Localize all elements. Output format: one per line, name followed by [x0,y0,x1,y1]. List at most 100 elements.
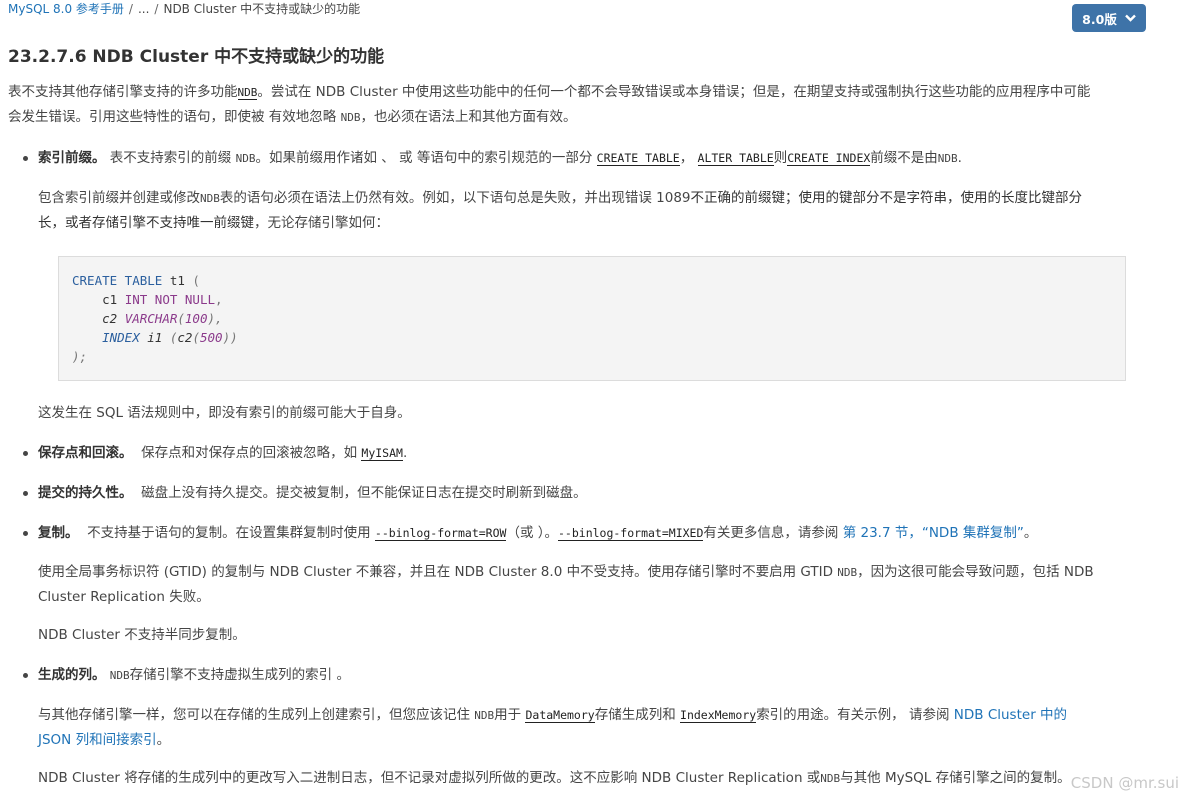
code-number: 100 [184,311,208,326]
intro-text: 。尝试在 NDB Cluster 中使用这些功能中的任何一个都不会导致错误或本身… [257,84,1091,100]
code-number: 500 [199,330,223,345]
code-identifier: c2 [72,311,125,326]
item-text: 表不支持索引的前缀 [109,150,236,166]
generated-columns-index-paragraph: 与其他存储引擎一样，您可以在存储的生成列上创建索引，但您应该记住 NDB用于 D… [38,703,1148,753]
top-bar: MySQL 8.0 参考手册 /... / NDB Cluster 中不支持或缺少的功… [8,0,1184,32]
myisam-link[interactable]: MyISAM [361,446,403,461]
datamemory-link[interactable]: DataMemory [525,708,595,723]
index-prefixes-item: 索引前缀。 表不支持索引的前缀 NDB。如果前缀用作诸如 、 或 等语句中的索引… [38,146,1158,171]
savepoints-title: 保存点和回滚。 [38,445,133,461]
intro-text: 表不支持其他存储引擎支持的许多功能 [8,84,238,100]
code-type: VARCHAR [124,311,178,326]
code-punctuation: ( [192,330,200,345]
item-text: 则 [773,150,788,166]
item-text: 使用全局事务标识符 (GTID) 的复制与 NDB Cluster 不兼容，并且… [38,564,838,580]
item-text: 存储引擎不支持虚拟生成列的索引 。 [129,667,350,683]
durability-title: 提交的持久性。 [38,485,133,501]
code-keyword: CREATE TABLE [72,273,163,288]
version-label: 8.0版 [1082,11,1117,27]
index-prefixes-title: 索引前缀。 [38,150,106,166]
error-message: 不正确的前缀键；使用的键部分不是字符串，使用的长度比键部分 [690,190,1083,206]
code-identifier: t1 [162,273,193,288]
item-text: 索引的用途。有关示例， 请参阅 [756,707,954,723]
item-text: 前缀不是由 [870,150,938,166]
code-punctuation: )) [222,330,238,345]
item-text: ，因为这很可能会导致问题，包括 NDB [857,564,1094,580]
create-index-link[interactable]: CREATE INDEX [787,151,871,166]
code-punctuation: ( [192,273,200,288]
code-block: CREATE TABLE t1 ( c1 INT NOT NULL, c2 VA… [58,256,1126,381]
code-keyword: INDEX [102,330,140,345]
item-text: 有关更多信息，请参阅 [703,525,843,541]
chevron-down-icon [1124,14,1136,22]
code-punctuation: ); [72,349,88,364]
breadcrumb-separator: / [128,2,133,16]
ndb-link[interactable]: NDB [237,86,258,100]
error-message: 长，或者存储引擎不支持唯一前缀键 [38,215,254,231]
json-index-link[interactable]: NDB Cluster 中的 [954,707,1067,723]
watermark: CSDN @mr.sui [1070,774,1179,792]
ndb-replication-link[interactable]: 第 23.7 节，“NDB 集群复制” [843,525,1024,541]
item-text: ， [679,150,694,166]
code-keyword: NOT NULL [154,292,216,307]
code-punctuation: ( [177,311,185,326]
item-text: 与其他存储引擎一样，您可以在存储的生成列上创建索引，但您应该记住 [38,707,475,723]
item-text: ，无论存储引擎如何： [254,215,389,231]
code-identifier: i1 [139,330,170,345]
create-table-link[interactable]: CREATE TABLE [596,151,680,166]
ndb-code: NDB [837,566,858,579]
item-text: NDB Cluster 将存储的生成列中的更改写入二进制日志，但不记录对虚拟列所… [38,770,821,786]
item-text: 。如果前缀用作诸如 、 或 等语句中的索引规范的一部分 [255,150,597,166]
bullet-dot [23,156,28,161]
breadcrumb-ellipsis[interactable]: ... [138,2,149,16]
replication-gtid-paragraph: 使用全局事务标识符 (GTID) 的复制与 NDB Cluster 不兼容，并且… [38,560,1148,610]
item-text: Cluster Replication 失败。 [38,589,210,605]
index-prefixes-detail: 包含索引前缀并创建或修改NDB表的语句必须在语法上仍然有效。例如，以下语句总是失… [38,186,1148,236]
code-type: INT [124,292,148,307]
savepoints-item: 保存点和回滚。 保存点和对保存点的回滚被忽略，如 MyISAM. [38,441,1148,466]
generated-columns-binlog-paragraph: NDB Cluster 将存储的生成列中的更改写入二进制日志，但不记录对虚拟列所… [38,766,1168,791]
code-identifier: c1 [72,292,125,307]
breadcrumb-separator: / [154,2,159,16]
durability-item: 提交的持久性。 磁盘上没有持久提交。提交被复制，但不能保证日志在提交时刷新到磁盘… [38,481,1148,506]
bullet-dot [23,491,28,496]
item-text: 保存点和对保存点的回滚被忽略，如 [141,445,362,461]
code-punctuation: ), [207,311,223,326]
intro-text: 会发生错误。引用这些特性的语句，即使被 有效地忽略 [8,109,341,125]
item-text: 。 [156,732,171,748]
item-text: 存储生成列和 [594,707,681,723]
ndb-code: NDB [937,152,958,165]
replication-semisync-paragraph: NDB Cluster 不支持半同步复制。 [38,627,246,643]
code-identifier: c2 [177,330,193,345]
item-text: 与其他 MySQL 存储引擎之间的复制。 [840,770,1071,786]
ndb-code: NDB [109,669,130,682]
bullet-dot [23,673,28,678]
version-select-button[interactable]: 8.0版 [1072,4,1146,32]
ndb-code: NDB [474,709,495,722]
generated-columns-title: 生成的列。 [38,667,106,683]
breadcrumb-current: NDB Cluster 中不支持或缺少的功能 [163,2,361,16]
ndb-code: NDB [340,111,361,124]
intro-paragraph: 表不支持其他存储引擎支持的许多功能NDB。尝试在 NDB Cluster 中使用… [8,80,1158,130]
item-text: 磁盘上没有持久提交。提交被复制，但不能保证日志在提交时刷新到磁盘。 [141,485,587,501]
ndb-code: NDB [820,772,841,785]
replication-title: 复制。 [38,525,79,541]
index-prefixes-after: 这发生在 SQL 语法规则中，即没有索引的前缀可能大于自身。 [38,405,411,421]
ndb-code: NDB [200,192,220,205]
item-text: 。 [1023,525,1038,541]
item-text: . [957,150,962,166]
bullet-dot [23,451,28,456]
item-text: 包含索引前缀并创建或修改 [38,190,200,206]
binlog-format-mixed-link[interactable]: --binlog-format=MIXED [558,526,704,541]
ndb-code: NDB [235,152,256,165]
item-text: 不支持基于语句的复制。在设置集群复制时使用 [87,525,375,541]
bullet-dot [23,531,28,536]
binlog-format-row-link[interactable]: --binlog-format=ROW [374,526,507,541]
item-text: （或 ）。 [506,525,558,541]
indexmemory-link[interactable]: IndexMemory [680,708,757,723]
alter-table-link[interactable]: ALTER TABLE [697,151,774,166]
json-index-link[interactable]: JSON 列和间接索引 [38,732,157,748]
breadcrumb-root-link[interactable]: MySQL 8.0 参考手册 [8,2,124,16]
